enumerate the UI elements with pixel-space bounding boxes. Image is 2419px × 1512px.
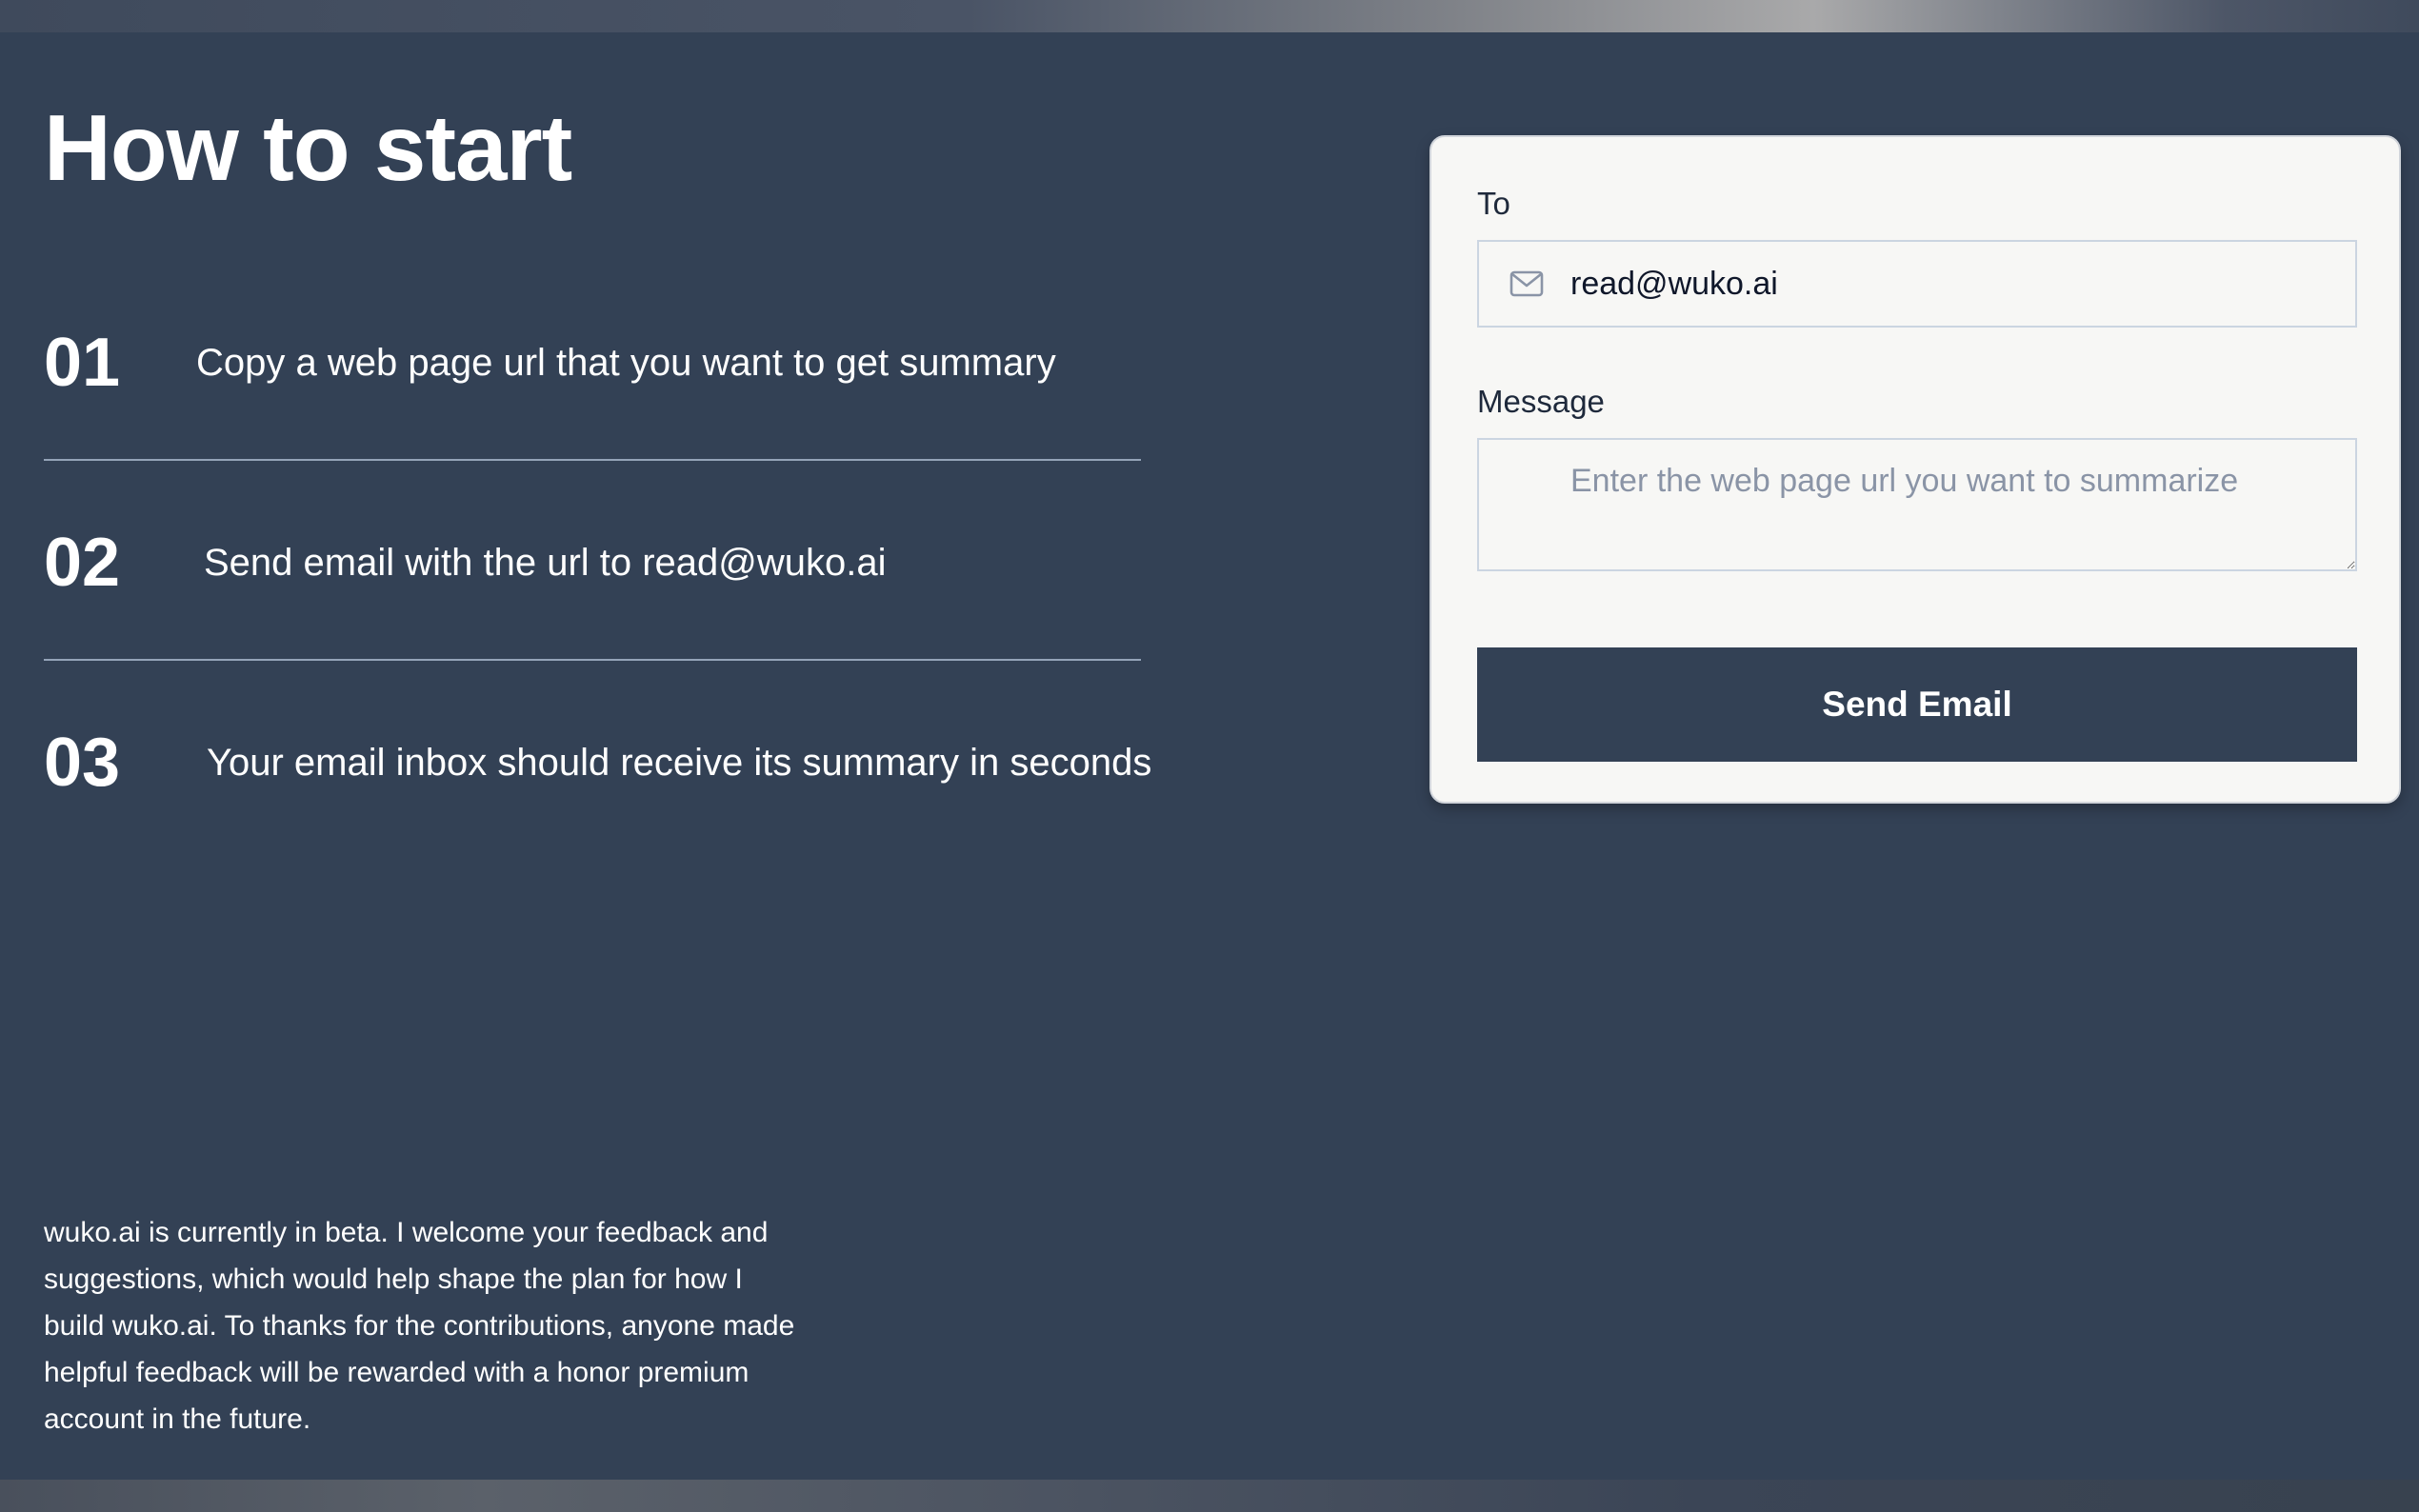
step-divider xyxy=(44,459,1141,461)
beta-notice: wuko.ai is currently in beta. I welcome … xyxy=(44,1217,795,1435)
main-section: How to start 01 Copy a web page url that… xyxy=(0,32,2419,1480)
step-number: 03 xyxy=(44,725,121,801)
message-label: Message xyxy=(1477,384,1605,419)
page-title: How to start xyxy=(44,95,572,200)
step-text: Copy a web page url that you want to get… xyxy=(196,342,1056,384)
step-item: 02 Send email with the url to read@wuko.… xyxy=(44,510,1141,615)
top-edge-strip xyxy=(0,0,2419,32)
bottom-edge-strip xyxy=(0,1480,2419,1512)
step-number: 01 xyxy=(44,325,121,401)
step-item: 03 Your email inbox should receive its s… xyxy=(44,710,1151,815)
step-number: 02 xyxy=(44,525,121,601)
step-divider xyxy=(44,659,1141,661)
to-field[interactable] xyxy=(1477,240,2357,328)
to-label: To xyxy=(1477,186,1510,221)
step-item: 01 Copy a web page url that you want to … xyxy=(44,310,1141,415)
email-form-card: To Message Send Email xyxy=(1429,135,2401,804)
message-textarea[interactable] xyxy=(1477,438,2357,571)
step-text: Send email with the url to read@wuko.ai xyxy=(204,542,887,584)
send-email-button[interactable]: Send Email xyxy=(1477,647,2357,762)
step-text: Your email inbox should receive its summ… xyxy=(207,742,1152,784)
mail-icon xyxy=(1509,270,1544,297)
to-email-input[interactable] xyxy=(1570,242,2332,326)
